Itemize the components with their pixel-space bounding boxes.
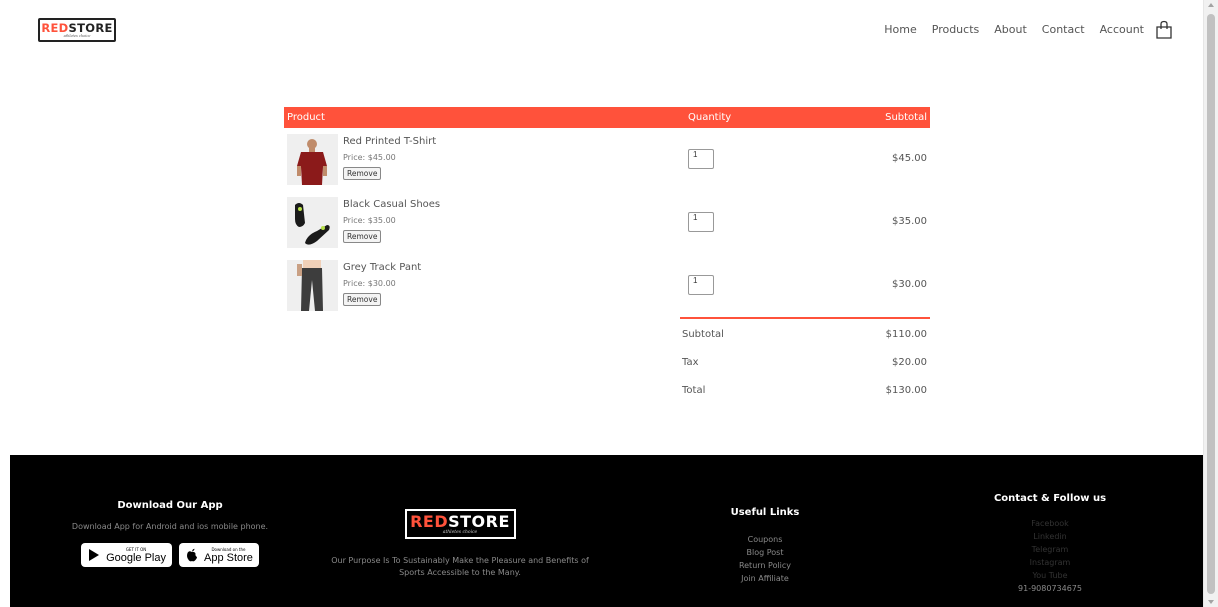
remove-button[interactable]: Remove	[343, 230, 382, 243]
main-nav: Home Products About Contact Account	[884, 23, 1144, 36]
footer-about-text: Our Purpose Is To Sustainably Make the P…	[331, 556, 589, 577]
footer-about-column: REDSTORE athletes choice Our Purpose Is …	[310, 455, 610, 579]
logo-tagline: athletes choice	[63, 33, 91, 38]
tax-value: $20.00	[892, 357, 927, 368]
remove-button[interactable]: Remove	[343, 293, 382, 306]
logo-text-dark: STORE	[68, 20, 113, 35]
app-store-badge[interactable]: Download on the App Store	[179, 543, 259, 567]
footer-link-youtube[interactable]: You Tube	[970, 569, 1130, 582]
cart-row: Grey Track Pant Price: $30.00 Remove 1 $…	[284, 254, 930, 317]
nav-home[interactable]: Home	[884, 23, 916, 36]
tax-label: Tax	[682, 357, 699, 368]
google-badge-big: Google Play	[106, 551, 166, 564]
footer-link-facebook[interactable]: Facebook	[970, 517, 1130, 530]
nav-account[interactable]: Account	[1100, 23, 1144, 36]
footer-logo[interactable]: REDSTORE athletes choice	[404, 509, 516, 539]
tshirt-icon	[287, 134, 338, 185]
logo-text-red: RED	[41, 20, 69, 35]
footer-logo-tagline: athletes choice	[442, 529, 478, 535]
footer-link-instagram[interactable]: Instagram	[970, 556, 1130, 569]
product-price: Price: $35.00	[343, 216, 396, 225]
row-subtotal: $30.00	[892, 279, 927, 290]
footer-contact-column: Contact & Follow us Facebook Linkedin Te…	[970, 455, 1130, 595]
site-footer: Download Our App Download App for Androi…	[10, 455, 1203, 607]
row-subtotal: $35.00	[892, 216, 927, 227]
footer-link-coupons[interactable]: Coupons	[690, 533, 840, 546]
tax-line: Tax $20.00	[680, 347, 930, 375]
footer-logo-light: STORE	[448, 511, 510, 531]
play-store-icon	[89, 549, 100, 561]
header-quantity: Quantity	[688, 112, 732, 123]
quantity-input[interactable]: 1	[688, 212, 714, 232]
cart-row: Red Printed T-Shirt Price: $45.00 Remove…	[284, 128, 930, 191]
footer-app-title: Download Our App	[117, 500, 223, 511]
header-product: Product	[287, 112, 325, 123]
product-name[interactable]: Red Printed T-Shirt	[343, 136, 436, 147]
total-value: $130.00	[885, 385, 927, 396]
total-line: Total $130.00	[680, 375, 930, 403]
product-price: Price: $45.00	[343, 153, 396, 162]
vertical-scrollbar[interactable]	[1203, 0, 1218, 607]
footer-logo-red: RED	[410, 511, 449, 531]
nav-products[interactable]: Products	[932, 23, 980, 36]
footer-links-column: Useful Links Coupons Blog Post Return Po…	[690, 455, 840, 585]
row-subtotal: $45.00	[892, 153, 927, 164]
remove-button[interactable]: Remove	[343, 167, 382, 180]
shoe-icon	[287, 197, 338, 248]
footer-contact-title: Contact & Follow us	[993, 493, 1107, 504]
nav-contact[interactable]: Contact	[1042, 23, 1085, 36]
pants-icon	[287, 260, 338, 311]
subtotal-label: Subtotal	[682, 329, 724, 340]
subtotal-line: Subtotal $110.00	[680, 319, 930, 347]
cart-table-header: Product Quantity Subtotal	[284, 107, 930, 128]
footer-link-linkedin[interactable]: Linkedin	[970, 530, 1130, 543]
footer-link-return-policy[interactable]: Return Policy	[690, 559, 840, 572]
cart-row: Black Casual Shoes Price: $35.00 Remove …	[284, 191, 930, 254]
product-name[interactable]: Black Casual Shoes	[343, 199, 440, 210]
shopping-bag-icon[interactable]	[1154, 20, 1174, 40]
apple-icon	[187, 548, 197, 562]
subtotal-value: $110.00	[885, 329, 927, 340]
cart-table: Product Quantity Subtotal Red Printed T-…	[284, 107, 930, 317]
apple-badge-big: App Store	[204, 551, 253, 564]
quantity-input[interactable]: 1	[688, 149, 714, 169]
cart-totals: Subtotal $110.00 Tax $20.00 Total $130.0…	[680, 317, 930, 403]
site-logo[interactable]: REDSTORE athletes choice	[38, 18, 116, 42]
footer-link-join-affiliate[interactable]: Join Affiliate	[690, 572, 840, 585]
scrollbar-thumb[interactable]	[1207, 14, 1215, 594]
footer-app-column: Download Our App Download App for Androi…	[10, 455, 330, 567]
google-play-badge[interactable]: GET IT ON Google Play	[81, 543, 172, 567]
quantity-input[interactable]: 1	[688, 275, 714, 295]
scroll-down-arrow-icon[interactable]	[1208, 600, 1214, 604]
product-price: Price: $30.00	[343, 279, 396, 288]
product-name[interactable]: Grey Track Pant	[343, 262, 421, 273]
footer-link-telegram[interactable]: Telegram	[970, 543, 1130, 556]
footer-phone: 91-9080734675	[1018, 584, 1082, 593]
footer-link-blog-post[interactable]: Blog Post	[690, 546, 840, 559]
total-label: Total	[682, 385, 706, 396]
footer-links-title: Useful Links	[730, 507, 800, 518]
nav-about[interactable]: About	[994, 23, 1027, 36]
scroll-up-arrow-icon[interactable]	[1208, 3, 1214, 7]
header-subtotal: Subtotal	[885, 112, 927, 123]
footer-app-desc: Download App for Android and ios mobile …	[71, 522, 269, 531]
